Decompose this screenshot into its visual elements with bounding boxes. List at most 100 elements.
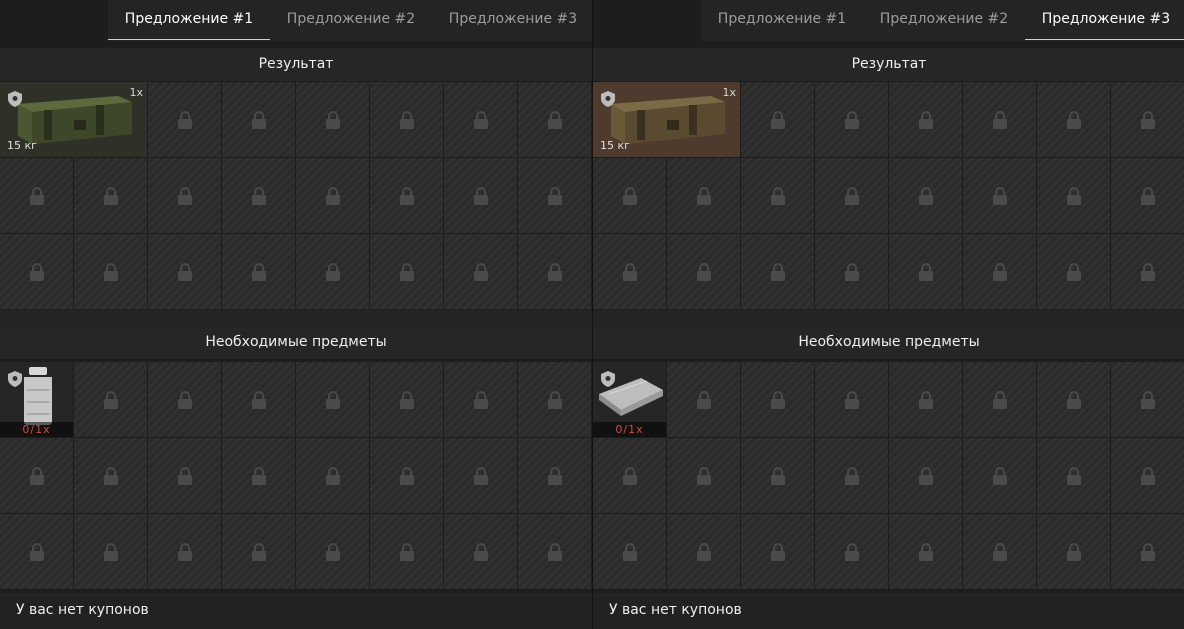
required-header: Необходимые предметы [593, 326, 1184, 359]
item-weight: 15 кг [7, 139, 37, 152]
lock-icon [325, 390, 340, 409]
locked-slot [74, 362, 148, 438]
tab-offer-1[interactable]: Предложение #1 [701, 0, 863, 40]
lock-icon [103, 390, 118, 409]
lock-icon [29, 262, 44, 281]
lock-icon [103, 186, 118, 205]
required-header: Необходимые предметы [0, 326, 592, 359]
lock-icon [696, 262, 711, 281]
tab-offer-3[interactable]: Предложение #3 [1025, 0, 1184, 40]
locked-slot [296, 514, 370, 590]
locked-slot [444, 362, 518, 438]
locked-slot [222, 82, 296, 158]
locked-slot [370, 362, 444, 438]
lock-icon [325, 542, 340, 561]
lock-icon [844, 262, 859, 281]
locked-slot [741, 82, 815, 158]
tab-offer-2[interactable]: Предложение #2 [863, 0, 1025, 40]
lock-icon [844, 390, 859, 409]
locked-slot [815, 514, 889, 590]
lock-icon [1066, 466, 1081, 485]
locked-slot [444, 514, 518, 590]
lock-icon [918, 262, 933, 281]
lock-icon [770, 110, 785, 129]
lock-icon [251, 186, 266, 205]
lock-icon [251, 390, 266, 409]
lock-icon [177, 110, 192, 129]
lock-icon [103, 542, 118, 561]
shield-icon [8, 91, 22, 107]
locked-slot [963, 234, 1037, 310]
lock-icon [473, 110, 488, 129]
result-header: Результат [593, 48, 1184, 81]
locked-slot [444, 82, 518, 158]
tab-offer-1[interactable]: Предложение #1 [108, 0, 270, 40]
locked-slot [963, 362, 1037, 438]
lock-icon [473, 186, 488, 205]
locked-slot [889, 514, 963, 590]
lock-icon [547, 186, 562, 205]
lock-icon [622, 262, 637, 281]
locked-slot [74, 158, 148, 234]
lock-icon [918, 466, 933, 485]
required-grid: 0/1x [0, 362, 592, 590]
locked-slot [444, 158, 518, 234]
lock-icon [547, 466, 562, 485]
locked-slot [963, 438, 1037, 514]
lock-icon [29, 186, 44, 205]
result-item-ammo-crate[interactable]: 1x 15 кг [0, 82, 148, 158]
locked-slot [741, 514, 815, 590]
locked-slot [889, 362, 963, 438]
locked-slot [0, 514, 74, 590]
locked-slot [1111, 158, 1184, 234]
locked-slot [74, 438, 148, 514]
lock-icon [918, 542, 933, 561]
shield-icon [601, 91, 615, 107]
lock-icon [473, 390, 488, 409]
required-item-metal-sheets[interactable]: 0/1x [593, 362, 667, 438]
required-item-canister[interactable]: 0/1x [0, 362, 74, 438]
locked-slot [1037, 82, 1111, 158]
lock-icon [547, 110, 562, 129]
lock-icon [1066, 110, 1081, 129]
tab-offer-3[interactable]: Предложение #3 [432, 0, 594, 40]
lock-icon [177, 390, 192, 409]
lock-icon [844, 110, 859, 129]
locked-slot [815, 362, 889, 438]
lock-icon [177, 542, 192, 561]
lock-icon [547, 262, 562, 281]
lock-icon [1140, 390, 1155, 409]
lock-icon [992, 390, 1007, 409]
locked-slot [370, 158, 444, 234]
locked-slot [593, 438, 667, 514]
lock-icon [29, 466, 44, 485]
locked-slot [1037, 158, 1111, 234]
locked-slot [1037, 514, 1111, 590]
lock-icon [473, 466, 488, 485]
lock-icon [399, 262, 414, 281]
lock-icon [399, 466, 414, 485]
locked-slot [667, 438, 741, 514]
result-grid: 1x 15 кг [0, 82, 592, 310]
locked-slot [667, 234, 741, 310]
locked-slot [370, 234, 444, 310]
lock-icon [177, 262, 192, 281]
lock-icon [1066, 390, 1081, 409]
lock-icon [177, 186, 192, 205]
lock-icon [696, 390, 711, 409]
item-quantity: 1x [722, 86, 736, 99]
locked-slot [518, 514, 592, 590]
lock-icon [1140, 542, 1155, 561]
lock-icon [251, 542, 266, 561]
result-item-ammo-crate[interactable]: 1x 15 кг [593, 82, 741, 158]
lock-icon [844, 466, 859, 485]
locked-slot [741, 234, 815, 310]
locked-slot [518, 362, 592, 438]
lock-icon [918, 110, 933, 129]
locked-slot [889, 158, 963, 234]
tab-offer-2[interactable]: Предложение #2 [270, 0, 432, 40]
lock-icon [399, 390, 414, 409]
lock-icon [1140, 466, 1155, 485]
lock-icon [992, 110, 1007, 129]
lock-icon [547, 390, 562, 409]
